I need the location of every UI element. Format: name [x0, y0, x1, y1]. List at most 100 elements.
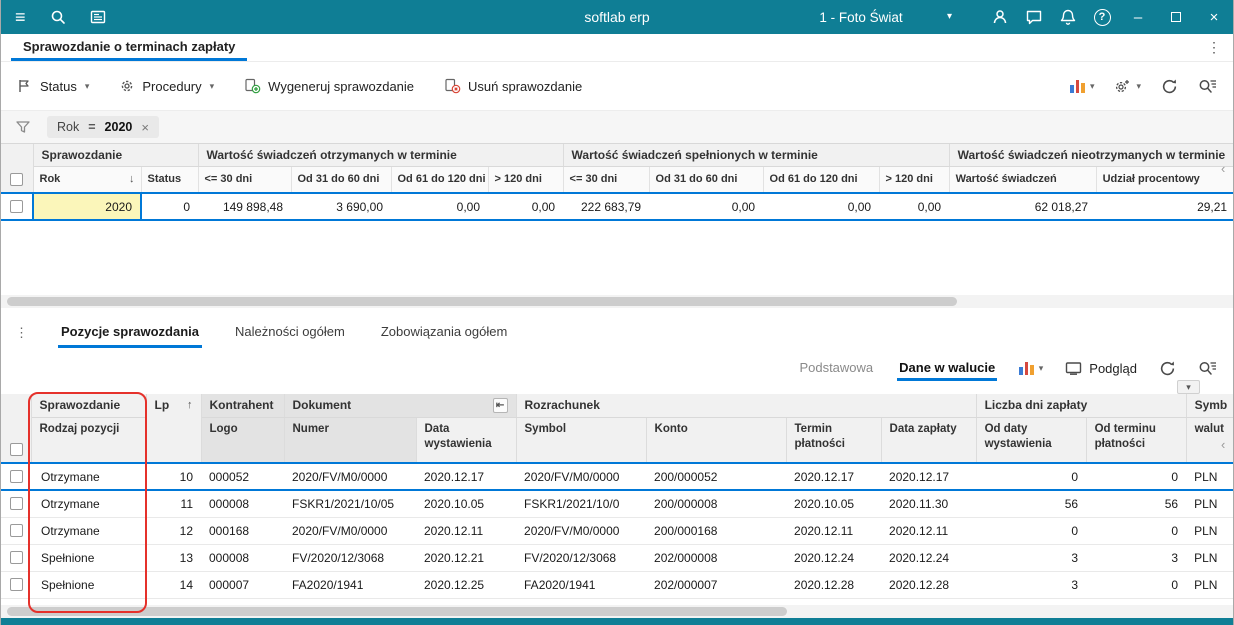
col-header-udzial-procentowy[interactable]: Udział procentowy: [1096, 166, 1233, 194]
col-header-do-30-dni[interactable]: <= 30 dni: [198, 166, 292, 194]
monitor-icon: [1066, 361, 1082, 375]
table-row[interactable]: Otrzymane 11 000008 FSKR1/2021/10/05 202…: [1, 490, 1233, 518]
col-header-data-wystawienia[interactable]: Data wystawienia: [416, 417, 517, 464]
col-header-do-30-dni-2[interactable]: <= 30 dni: [563, 166, 650, 194]
cell-logo: 000008: [201, 490, 284, 518]
pin-columns-icon[interactable]: ⇤: [492, 397, 508, 413]
row-checkbox[interactable]: [10, 497, 23, 511]
cell-data-wystawienia: 2020.12.21: [416, 544, 517, 572]
col-header-31-60-dni[interactable]: Od 31 do 60 dni: [291, 166, 392, 194]
tab-sprawozdanie-o-terminach[interactable]: Sprawozdanie o terminach zapłaty: [11, 34, 248, 61]
cell: 62 018,27: [949, 192, 1097, 221]
row-checkbox[interactable]: [10, 578, 23, 591]
cell-logo: 000007: [201, 571, 284, 599]
tab-zobowiazania-ogolem[interactable]: Zobowiązania ogółem: [378, 324, 510, 348]
filter-value: 2020: [104, 120, 133, 134]
table-row[interactable]: Spełnione 14 000007 FA2020/1941 2020.12.…: [1, 571, 1233, 599]
col-header-rodzaj-pozycji[interactable]: Rodzaj pozycji: [31, 417, 147, 464]
chart-view-button[interactable]: ▾: [1019, 361, 1043, 375]
col-header-numer[interactable]: Numer: [284, 417, 417, 464]
tab-pozycje-sprawozdania[interactable]: Pozycje sprawozdania: [58, 324, 202, 348]
filter-chip-rok[interactable]: Rok = 2020 ×: [47, 116, 159, 138]
advanced-search-icon[interactable]: [1198, 78, 1217, 94]
col-header-lp[interactable]: Lp ↑: [146, 394, 202, 464]
document-delete-icon: [445, 78, 461, 94]
scroll-columns-hint[interactable]: ‹: [1221, 437, 1225, 452]
chat-icon[interactable]: [1017, 0, 1051, 34]
settings-button[interactable]: ▾: [1114, 78, 1141, 94]
close-button[interactable]: ×: [1195, 0, 1233, 34]
view-podstawowa[interactable]: Podstawowa: [797, 355, 875, 381]
col-header-od-daty-wystawienia[interactable]: Od daty wystawienia: [976, 417, 1087, 464]
col-header-status[interactable]: Status: [141, 166, 199, 194]
menu-icon[interactable]: ≡: [15, 8, 26, 26]
cell-lp: 14: [146, 571, 201, 599]
col-header-termin-platnosci[interactable]: Termin płatności: [786, 417, 882, 464]
row-checkbox[interactable]: [10, 551, 23, 564]
col-header-rok[interactable]: Rok ↓: [33, 166, 142, 194]
select-all-checkbox[interactable]: [10, 173, 23, 186]
positions-table-hscrollbar[interactable]: [1, 604, 1233, 618]
cell-konto: 200/000008: [646, 490, 787, 518]
col-header-61-120-dni-2[interactable]: Od 61 do 120 dni: [763, 166, 880, 194]
news-panel-icon[interactable]: [90, 9, 106, 25]
table-row[interactable]: Otrzymane 10 000052 2020/FV/M0/0000 2020…: [1, 462, 1233, 491]
col-header-od-terminu-platnosci[interactable]: Od terminu płatności: [1086, 417, 1187, 464]
row-checkbox[interactable]: [10, 524, 23, 537]
table-row[interactable]: 2020 0 149 898,48 3 690,00 0,00 0,00 222…: [1, 192, 1233, 221]
chevron-down-icon: ▾: [1089, 80, 1095, 91]
cell-od-terminu: 0: [1086, 571, 1187, 599]
procedures-button[interactable]: Procedury ▾: [119, 78, 214, 94]
refresh-icon[interactable]: [1161, 78, 1178, 95]
cell: 0,00: [391, 192, 488, 221]
tab-options-icon[interactable]: ⋮: [1207, 39, 1221, 56]
help-icon[interactable]: ?: [1085, 0, 1119, 34]
pin-glyph: ⇤: [495, 399, 505, 411]
scroll-columns-hint[interactable]: ‹: [1221, 161, 1225, 176]
section-menu-icon[interactable]: ⋮: [15, 325, 28, 348]
refresh-icon[interactable]: [1159, 360, 1176, 377]
generate-report-button[interactable]: Wygeneruj sprawozdanie: [244, 78, 414, 94]
chevron-down-icon[interactable]: ▾: [947, 11, 952, 22]
search-icon[interactable]: [50, 9, 66, 25]
column-chooser-button[interactable]: ▾: [1177, 380, 1200, 394]
cell-waluta: PLN: [1186, 490, 1233, 518]
status-button[interactable]: Status ▾: [17, 78, 89, 94]
cell: 0,00: [649, 192, 764, 221]
col-header-31-60-dni-2[interactable]: Od 31 do 60 dni: [649, 166, 764, 194]
scrollbar-thumb[interactable]: [7, 606, 787, 616]
cell-od-terminu: 0: [1086, 462, 1187, 491]
report-table-hscrollbar[interactable]: [1, 295, 1233, 308]
remove-filter-icon[interactable]: ×: [141, 120, 149, 135]
row-checkbox[interactable]: [10, 470, 23, 483]
filter-funnel-icon[interactable]: [15, 119, 31, 135]
scrollbar-thumb[interactable]: [7, 297, 957, 306]
col-header-ponad-120-dni[interactable]: > 120 dni: [488, 166, 564, 194]
col-header-wartosc-swiadczen[interactable]: Wartość świadczeń: [949, 166, 1097, 194]
row-checkbox[interactable]: [10, 200, 23, 213]
company-selector[interactable]: 1 - Foto Świat: [771, 10, 951, 25]
cell-data-zaplaty: 2020.11.30: [881, 490, 977, 518]
col-header-data-zaplaty[interactable]: Data zapłaty: [881, 417, 977, 464]
table-row[interactable]: Otrzymane 12 000168 2020/FV/M0/0000 2020…: [1, 517, 1233, 545]
delete-report-button[interactable]: Usuń sprawozdanie: [444, 78, 582, 94]
view-dane-w-walucie[interactable]: Dane w walucie: [897, 355, 998, 381]
document-plus-icon: [245, 78, 261, 94]
chart-view-button[interactable]: ▾: [1070, 79, 1095, 93]
preview-button[interactable]: Podgląd: [1065, 361, 1137, 376]
col-header-ponad-120-dni-2[interactable]: > 120 dni: [879, 166, 950, 194]
minimize-button[interactable]: –: [1119, 0, 1157, 34]
table-row[interactable]: Spełnione 13 000008 FV/2020/12/3068 2020…: [1, 544, 1233, 572]
col-header-61-120-dni[interactable]: Od 61 do 120 dni: [391, 166, 489, 194]
user-icon[interactable]: [983, 0, 1017, 34]
tab-naleznosci-ogolem[interactable]: Należności ogółem: [232, 324, 348, 348]
col-header-logo[interactable]: Logo: [201, 417, 285, 464]
select-all-checkbox[interactable]: [10, 443, 23, 456]
col-header-konto[interactable]: Konto: [646, 417, 787, 464]
advanced-search-icon[interactable]: [1198, 360, 1217, 376]
col-header-symbol[interactable]: Symbol: [516, 417, 647, 464]
maximize-button[interactable]: [1157, 0, 1195, 34]
bell-icon[interactable]: [1051, 0, 1085, 34]
gear-icon: [122, 80, 133, 92]
col-header-waluta[interactable]: walut: [1186, 417, 1233, 464]
